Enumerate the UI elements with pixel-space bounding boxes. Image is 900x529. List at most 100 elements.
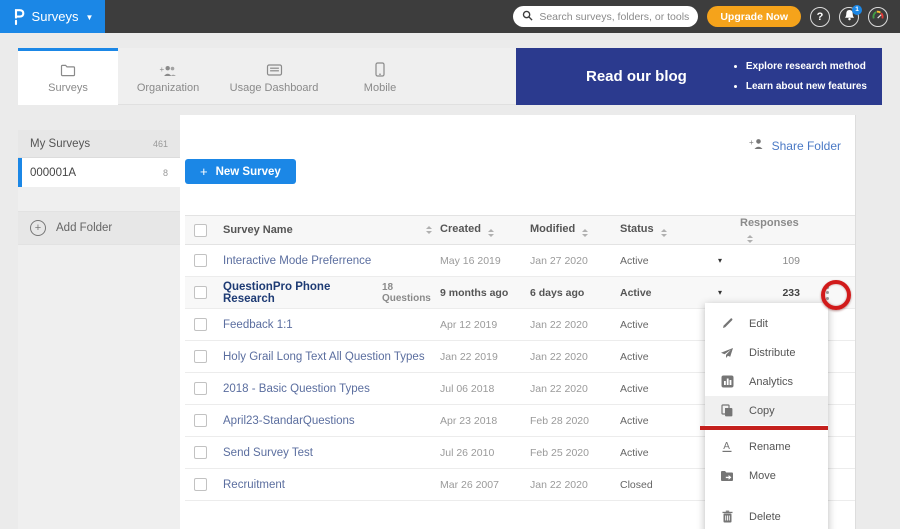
status-text: Active (620, 351, 700, 363)
share-person-icon: + (749, 137, 765, 155)
search-box[interactable] (513, 6, 698, 27)
row-checkbox[interactable] (194, 446, 207, 459)
banner-bullet-list: Explore research methodLearn about new f… (746, 57, 867, 96)
survey-name-link[interactable]: Interactive Mode Preferrence (223, 255, 371, 267)
upgrade-now-button[interactable]: Upgrade Now (707, 6, 801, 27)
add-folder-button[interactable]: + Add Folder (18, 211, 180, 245)
tab-surveys[interactable]: Surveys (18, 48, 118, 105)
rename-icon: A (720, 440, 734, 453)
product-switcher[interactable]: Surveys ▼ (0, 0, 105, 33)
survey-name-link[interactable]: April23-StandarQuestions (223, 415, 355, 427)
survey-name-link[interactable]: Send Survey Test (223, 447, 313, 459)
svg-text:A: A (723, 441, 730, 452)
modified-cell: Jan 22 2020 (530, 479, 620, 491)
my-surveys-label: My Surveys (30, 138, 90, 150)
survey-name-link[interactable]: 2018 - Basic Question Types (223, 383, 370, 395)
folder-move-icon (720, 470, 734, 482)
trash-icon (720, 510, 734, 523)
row-checkbox[interactable] (194, 478, 207, 491)
svg-text:+: + (749, 138, 754, 147)
row-checkbox[interactable] (194, 318, 207, 331)
status-text: Closed (620, 479, 700, 491)
product-label: Surveys (32, 9, 79, 24)
row-checkbox[interactable] (194, 254, 207, 267)
notification-badge: 1 (852, 5, 862, 15)
annotation-red-circle (821, 280, 851, 310)
questionpro-logo-icon (12, 8, 25, 25)
sort-icon[interactable] (426, 226, 432, 234)
blog-banner[interactable]: Read our blog Explore research methodLea… (516, 48, 882, 105)
bar-chart-icon (720, 375, 734, 388)
modified-cell: Jan 22 2020 (530, 351, 620, 363)
search-icon (522, 8, 533, 26)
plus-circle-icon: + (30, 220, 46, 236)
table-row[interactable]: Interactive Mode Preferrence May 16 2019… (185, 245, 855, 277)
survey-name-link[interactable]: Feedback 1:1 (223, 319, 293, 331)
sort-icon[interactable] (661, 229, 667, 237)
survey-name-link[interactable]: Recruitment (223, 479, 285, 491)
survey-name-link[interactable]: Holy Grail Long Text All Question Types (223, 351, 425, 363)
modified-cell: 6 days ago (530, 287, 620, 299)
created-cell: Mar 26 2007 (440, 479, 530, 491)
col-responses[interactable]: Responses (740, 217, 799, 229)
row-checkbox[interactable] (194, 350, 207, 363)
gauge-icon (871, 9, 885, 24)
created-cell: May 16 2019 (440, 255, 530, 267)
tab-usage-dashboard[interactable]: Usage Dashboard (218, 48, 330, 105)
sort-icon[interactable] (747, 235, 753, 243)
col-modified[interactable]: Modified (530, 223, 575, 235)
modified-cell: Jan 27 2020 (530, 255, 620, 267)
sort-icon[interactable] (582, 229, 588, 237)
created-cell: Jan 22 2019 (440, 351, 530, 363)
top-bar: Surveys ▼ Upgrade Now ? 1 (0, 0, 900, 33)
new-survey-label: New Survey (216, 166, 281, 178)
menu-item-analytics[interactable]: Analytics (705, 367, 828, 396)
table-header-row: Survey Name Created Modified Status Resp… (185, 215, 855, 245)
notifications-button[interactable]: 1 (839, 7, 859, 27)
tab-mobile[interactable]: Mobile (330, 48, 430, 105)
responses-count[interactable]: 109 (740, 255, 800, 267)
row-checkbox[interactable] (194, 414, 207, 427)
share-folder-link[interactable]: + Share Folder (749, 137, 841, 155)
sidebar-item-my-surveys[interactable]: My Surveys 461 (18, 130, 180, 158)
status-caret-icon[interactable]: ▾ (700, 256, 740, 265)
menu-item-move[interactable]: Move (705, 461, 828, 490)
row-checkbox[interactable] (194, 286, 207, 299)
usage-meter-button[interactable] (868, 7, 888, 27)
folder-label: 000001A (30, 167, 76, 179)
survey-name-link[interactable]: QuestionPro Phone Research (223, 281, 373, 305)
menu-item-delete[interactable]: Delete (705, 502, 828, 529)
new-survey-button[interactable]: + New Survey (185, 159, 296, 184)
select-all-checkbox[interactable] (194, 224, 207, 237)
menu-item-rename[interactable]: A Rename (705, 432, 828, 461)
menu-item-edit[interactable]: Edit (705, 309, 828, 338)
question-count-label: 18 Questions (382, 282, 440, 304)
sort-icon[interactable] (488, 229, 494, 237)
sidebar-item-folder-000001a[interactable]: 000001A 8 (18, 158, 180, 187)
status-text: Active (620, 383, 700, 395)
col-status[interactable]: Status (620, 223, 654, 235)
menu-item-distribute[interactable]: Distribute (705, 338, 828, 367)
sidebar-spacer (18, 187, 180, 211)
modified-cell: Jan 22 2020 (530, 383, 620, 395)
paper-plane-icon (720, 347, 734, 359)
responses-count[interactable]: 233 (740, 287, 800, 299)
row-checkbox[interactable] (194, 382, 207, 395)
pencil-icon (720, 317, 734, 330)
banner-title: Read our blog (586, 68, 687, 85)
col-created[interactable]: Created (440, 223, 481, 235)
col-survey-name[interactable]: Survey Name (223, 224, 293, 236)
folders-sidebar: My Surveys 461 000001A 8 + Add Folder (18, 130, 180, 529)
created-cell: Apr 12 2019 (440, 319, 530, 331)
search-input[interactable] (539, 11, 689, 23)
banner-bullet: Learn about new features (746, 77, 867, 97)
help-button[interactable]: ? (810, 7, 830, 27)
chevron-down-icon: ▼ (86, 13, 94, 22)
status-caret-icon[interactable]: ▾ (700, 288, 740, 297)
folder-icon (60, 62, 76, 77)
status-text: Active (620, 415, 700, 427)
tab-bar: Surveys + Organization Usage Dashboard M… (18, 48, 430, 104)
my-surveys-count: 461 (153, 139, 168, 149)
menu-item-copy[interactable]: Copy (705, 396, 828, 425)
tab-organization[interactable]: + Organization (118, 48, 218, 105)
